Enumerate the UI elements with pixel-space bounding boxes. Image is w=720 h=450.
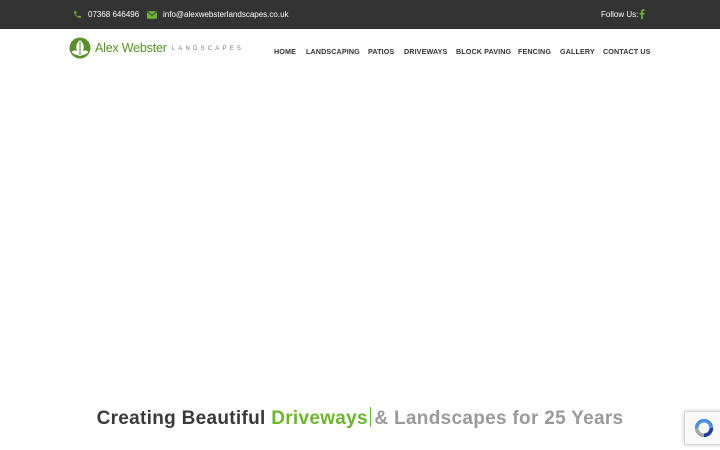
envelope-icon (147, 10, 157, 20)
hero-tagline: Creating Beautiful Driveways & Landscapes… (0, 407, 720, 430)
main-navigation: HOME LANDSCAPING PATIOS DRIVEWAYS BLOCK … (0, 29, 720, 73)
hero-area (0, 73, 720, 393)
phone-icon (72, 10, 82, 20)
typing-cursor (369, 407, 372, 427)
nav-item-block-paving[interactable]: BLOCK PAVING (456, 29, 511, 73)
follow-us-label: Follow Us: (601, 0, 638, 29)
follow-us-text: Follow Us: (601, 10, 639, 19)
site-header: Alex Webster LANDSCAPES HOME LANDSCAPING… (0, 29, 720, 73)
nav-item-home[interactable]: HOME (274, 29, 296, 73)
nav-item-driveways[interactable]: DRIVEWAYS (404, 29, 447, 73)
nav-item-fencing[interactable]: FENCING (518, 29, 551, 73)
nav-item-gallery[interactable]: GALLERY (560, 29, 595, 73)
recaptcha-badge[interactable] (684, 411, 720, 445)
nav-item-contact-us[interactable]: CONTACT US (603, 29, 651, 73)
facebook-icon (639, 8, 645, 21)
tagline-prefix: Creating Beautiful (96, 408, 266, 429)
top-bar: 07368 646496 info@alexwebsterlandscapes.… (0, 0, 720, 29)
phone-number: 07368 646496 (88, 10, 140, 19)
tagline-highlight: Driveways (271, 408, 368, 429)
email-contact[interactable]: info@alexwebsterlandscapes.co.uk (147, 0, 289, 29)
recaptcha-icon (694, 418, 714, 438)
nav-item-patios[interactable]: PATIOS (368, 29, 394, 73)
facebook-link[interactable] (639, 0, 645, 29)
phone-contact[interactable]: 07368 646496 (72, 0, 139, 29)
email-address: info@alexwebsterlandscapes.co.uk (163, 10, 289, 19)
nav-item-landscaping[interactable]: LANDSCAPING (306, 29, 360, 73)
tagline-suffix: & Landscapes for 25 Years (374, 408, 624, 429)
